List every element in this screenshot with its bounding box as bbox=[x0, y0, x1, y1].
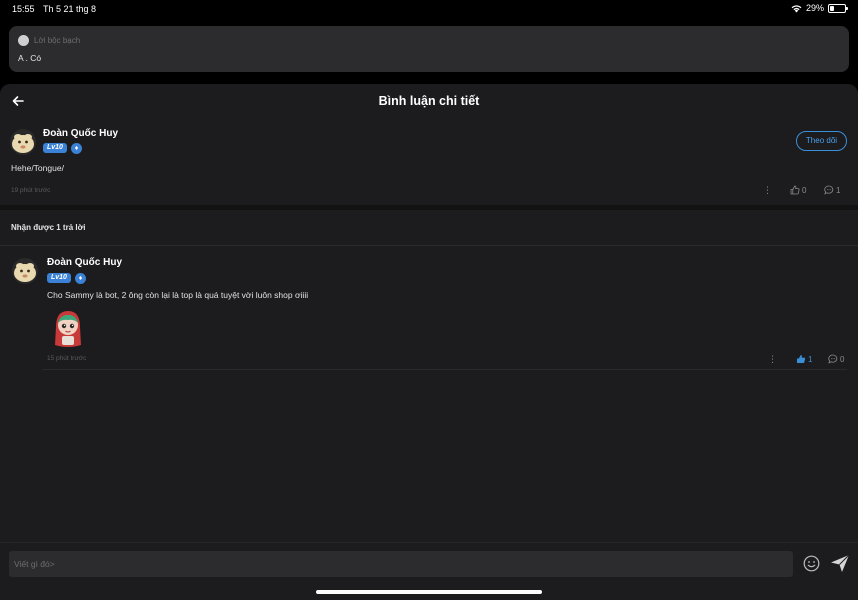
follow-button[interactable]: Theo dõi bbox=[796, 131, 847, 151]
replies-count-label: Nhận được 1 trả lời bbox=[11, 223, 86, 232]
like-button[interactable]: 0 bbox=[790, 185, 806, 195]
reply-author[interactable]: Đoàn Quốc Huy bbox=[47, 257, 122, 268]
divider bbox=[0, 245, 858, 246]
like-button[interactable]: 1 bbox=[796, 354, 812, 364]
send-icon[interactable] bbox=[830, 554, 850, 573]
more-icon[interactable]: ⋮ bbox=[768, 355, 777, 364]
comment-input[interactable]: Viết gì đó> bbox=[9, 551, 793, 577]
verified-badge-icon: ♦ bbox=[75, 273, 86, 284]
like-count: 0 bbox=[802, 185, 807, 195]
comment-icon bbox=[824, 185, 834, 195]
comment-detail-sheet: Bình luận chi tiết Đoàn Quốc Huy Lv10 ♦ … bbox=[0, 84, 858, 600]
post-preview-header: Lời bộc bạch bbox=[18, 35, 80, 46]
like-count: 1 bbox=[808, 354, 813, 364]
divider bbox=[42, 369, 847, 370]
status-date: Th 5 21 thg 8 bbox=[43, 4, 97, 14]
wifi-icon bbox=[791, 4, 802, 12]
home-indicator bbox=[316, 590, 542, 594]
reply-count: 0 bbox=[840, 354, 845, 364]
battery-percent: 29% bbox=[805, 3, 824, 13]
sheet-header: Bình luận chi tiết bbox=[0, 84, 858, 118]
level-badge: Lv10 bbox=[47, 273, 71, 283]
more-icon[interactable]: ⋮ bbox=[763, 186, 772, 195]
level-badge: Lv10 bbox=[43, 143, 67, 153]
reply-count: 1 bbox=[836, 185, 841, 195]
thumbs-up-icon bbox=[797, 355, 806, 363]
comment-text: Hehe/Tongue/ bbox=[11, 163, 64, 173]
post-preview-text: A . Có bbox=[18, 53, 42, 63]
comment-icon bbox=[828, 354, 838, 364]
reply-button[interactable]: 0 bbox=[828, 354, 844, 364]
thumbs-up-icon bbox=[790, 185, 800, 195]
status-bar: 15:55 Th 5 21 thg 8 29% bbox=[0, 0, 858, 20]
post-preview-card[interactable]: Lời bộc bạch A . Có bbox=[9, 26, 849, 72]
emoji-icon[interactable] bbox=[803, 555, 820, 572]
reply-button[interactable]: 1 bbox=[824, 185, 840, 195]
battery-fill bbox=[830, 5, 834, 11]
page-title: Bình luận chi tiết bbox=[378, 94, 480, 108]
comment-time: 19 phút trước bbox=[11, 187, 51, 194]
avatar[interactable] bbox=[10, 129, 36, 155]
post-preview-label: Lời bộc bạch bbox=[34, 36, 81, 45]
battery-icon bbox=[828, 3, 848, 13]
status-time: 15:55 bbox=[12, 4, 35, 14]
avatar[interactable] bbox=[12, 258, 38, 284]
sticker-image[interactable] bbox=[50, 307, 86, 349]
reply-time: 15 phút trước bbox=[47, 355, 87, 362]
anonymous-avatar-icon bbox=[18, 35, 29, 46]
status-right: 29% bbox=[791, 3, 848, 13]
comment-author[interactable]: Đoàn Quốc Huy bbox=[43, 128, 118, 139]
verified-badge-icon: ♦ bbox=[71, 143, 82, 154]
reply-text: Cho Sammy là bot, 2 ông còn lại là top l… bbox=[47, 290, 309, 300]
section-divider bbox=[0, 205, 858, 210]
